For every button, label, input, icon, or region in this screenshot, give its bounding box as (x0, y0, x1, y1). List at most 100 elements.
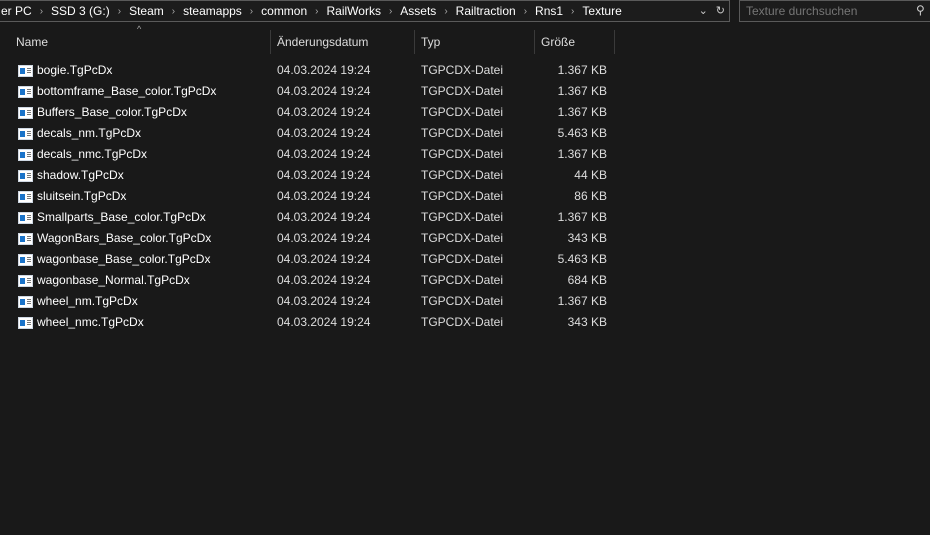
file-row[interactable]: bottomframe_Base_color.TgPcDx 04.03.2024… (0, 81, 620, 102)
file-row[interactable]: wheel_nm.TgPcDx 04.03.2024 19:24 TGPCDX-… (0, 291, 620, 312)
file-icon (18, 275, 33, 287)
search-icon[interactable]: ⚲ (916, 3, 925, 17)
column-divider[interactable] (614, 30, 615, 54)
breadcrumb-item[interactable]: er PC (1, 4, 32, 18)
file-type: TGPCDX-Datei (421, 294, 504, 308)
chevron-right-icon[interactable]: › (524, 6, 527, 17)
file-name: Buffers_Base_color.TgPcDx (37, 105, 187, 119)
breadcrumb-item[interactable]: Railtraction (456, 4, 516, 18)
file-name: shadow.TgPcDx (37, 168, 124, 182)
file-row[interactable]: wagonbase_Base_color.TgPcDx 04.03.2024 1… (0, 249, 620, 270)
file-type: TGPCDX-Datei (421, 210, 504, 224)
file-size: 1.367 KB (557, 294, 607, 308)
address-bar[interactable]: er PC › SSD 3 (G:) › Steam › steamapps › common ›… (0, 0, 730, 22)
file-row[interactable]: Buffers_Base_color.TgPcDx 04.03.2024 19:… (0, 102, 620, 123)
file-icon (18, 149, 33, 161)
breadcrumb-item[interactable]: SSD 3 (G:) (51, 4, 110, 18)
file-icon (18, 107, 33, 119)
file-name: bogie.TgPcDx (37, 63, 113, 77)
file-date: 04.03.2024 19:24 (277, 210, 371, 224)
file-type: TGPCDX-Datei (421, 315, 504, 329)
file-size: 343 KB (567, 315, 607, 329)
refresh-icon[interactable]: ↻ (716, 4, 725, 17)
chevron-right-icon[interactable]: › (40, 6, 43, 17)
file-icon (18, 191, 33, 203)
file-date: 04.03.2024 19:24 (277, 252, 371, 266)
file-date: 04.03.2024 19:24 (277, 189, 371, 203)
file-name: sluitsein.TgPcDx (37, 189, 127, 203)
file-icon (18, 233, 33, 245)
file-row[interactable]: decals_nmc.TgPcDx 04.03.2024 19:24 TGPCD… (0, 144, 620, 165)
file-icon (18, 254, 33, 266)
chevron-right-icon[interactable]: › (172, 6, 175, 17)
breadcrumb-item[interactable]: Steam (129, 4, 164, 18)
file-date: 04.03.2024 19:24 (277, 126, 371, 140)
file-type: TGPCDX-Datei (421, 273, 504, 287)
file-icon (18, 128, 33, 140)
file-date: 04.03.2024 19:24 (277, 294, 371, 308)
file-name: wagonbase_Normal.TgPcDx (37, 273, 190, 287)
file-row[interactable]: wagonbase_Normal.TgPcDx 04.03.2024 19:24… (0, 270, 620, 291)
file-name: bottomframe_Base_color.TgPcDx (37, 84, 217, 98)
breadcrumb-item[interactable]: Assets (400, 4, 436, 18)
file-icon (18, 296, 33, 308)
file-row[interactable]: WagonBars_Base_color.TgPcDx 04.03.2024 1… (0, 228, 620, 249)
file-type: TGPCDX-Datei (421, 63, 504, 77)
file-date: 04.03.2024 19:24 (277, 315, 371, 329)
column-header: ^ Name Änderungsdatum Typ Größe (0, 24, 620, 54)
file-name: wheel_nm.TgPcDx (37, 294, 138, 308)
file-icon (18, 170, 33, 182)
file-size: 5.463 KB (557, 126, 607, 140)
file-type: TGPCDX-Datei (421, 231, 504, 245)
file-row[interactable]: Smallparts_Base_color.TgPcDx 04.03.2024 … (0, 207, 620, 228)
file-type: TGPCDX-Datei (421, 147, 504, 161)
file-name: wagonbase_Base_color.TgPcDx (37, 252, 211, 266)
file-size: 1.367 KB (557, 63, 607, 77)
file-size: 5.463 KB (557, 252, 607, 266)
breadcrumb-item[interactable]: RailWorks (327, 4, 381, 18)
file-date: 04.03.2024 19:24 (277, 63, 371, 77)
file-name: Smallparts_Base_color.TgPcDx (37, 210, 206, 224)
file-type: TGPCDX-Datei (421, 126, 504, 140)
chevron-right-icon[interactable]: › (571, 6, 574, 17)
file-size: 1.367 KB (557, 84, 607, 98)
file-size: 1.367 KB (557, 105, 607, 119)
breadcrumb-item[interactable]: Rns1 (535, 4, 563, 18)
column-date[interactable]: Änderungsdatum (271, 30, 414, 54)
file-date: 04.03.2024 19:24 (277, 84, 371, 98)
file-icon (18, 65, 33, 77)
chevron-right-icon[interactable]: › (250, 6, 253, 17)
file-name: WagonBars_Base_color.TgPcDx (37, 231, 212, 245)
breadcrumb-item[interactable]: Texture (582, 4, 621, 18)
file-date: 04.03.2024 19:24 (277, 231, 371, 245)
column-type[interactable]: Typ (415, 30, 534, 54)
file-name: wheel_nmc.TgPcDx (37, 315, 144, 329)
file-type: TGPCDX-Datei (421, 252, 504, 266)
file-type: TGPCDX-Datei (421, 105, 504, 119)
file-type: TGPCDX-Datei (421, 189, 504, 203)
file-row[interactable]: bogie.TgPcDx 04.03.2024 19:24 TGPCDX-Dat… (0, 60, 620, 81)
file-row[interactable]: wheel_nmc.TgPcDx 04.03.2024 19:24 TGPCDX… (0, 312, 620, 333)
file-row[interactable]: sluitsein.TgPcDx 04.03.2024 19:24 TGPCDX… (0, 186, 620, 207)
chevron-down-icon[interactable]: ⌄ (699, 4, 708, 17)
file-size: 684 KB (567, 273, 607, 287)
file-row[interactable]: decals_nm.TgPcDx 04.03.2024 19:24 TGPCDX… (0, 123, 620, 144)
column-name[interactable]: Name (10, 30, 270, 54)
file-icon (18, 317, 33, 329)
chevron-right-icon[interactable]: › (389, 6, 392, 17)
file-row[interactable]: shadow.TgPcDx 04.03.2024 19:24 TGPCDX-Da… (0, 165, 620, 186)
file-size: 44 KB (574, 168, 607, 182)
file-date: 04.03.2024 19:24 (277, 147, 371, 161)
breadcrumb-item[interactable]: steamapps (183, 4, 242, 18)
search-input[interactable] (739, 0, 930, 22)
file-size: 86 KB (574, 189, 607, 203)
column-size[interactable]: Größe (535, 30, 614, 54)
breadcrumb-item[interactable]: common (261, 4, 307, 18)
chevron-right-icon[interactable]: › (444, 6, 447, 17)
file-name: decals_nm.TgPcDx (37, 126, 142, 140)
file-date: 04.03.2024 19:24 (277, 168, 371, 182)
chevron-right-icon[interactable]: › (118, 6, 121, 17)
breadcrumb: er PC › SSD 3 (G:) › Steam › steamapps › common ›… (1, 4, 622, 18)
chevron-right-icon[interactable]: › (315, 6, 318, 17)
file-size: 1.367 KB (557, 210, 607, 224)
